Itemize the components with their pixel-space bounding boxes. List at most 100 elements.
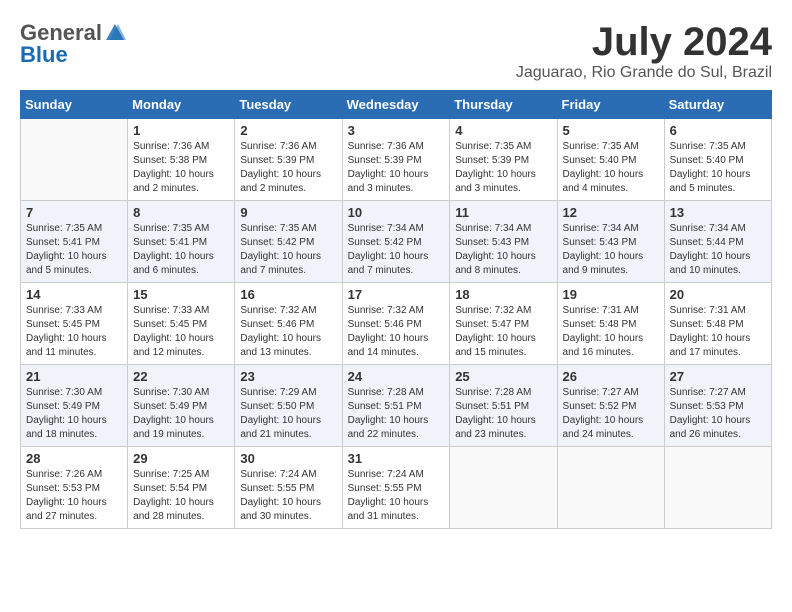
day-info: Sunrise: 7:33 AMSunset: 5:45 PMDaylight:…: [133, 304, 229, 360]
day-number: 26: [563, 369, 659, 384]
calendar-cell: 10 Sunrise: 7:34 AMSunset: 5:42 PMDayligh…: [342, 201, 450, 283]
day-info: Sunrise: 7:34 AMSunset: 5:44 PMDaylight:…: [670, 222, 766, 278]
day-number: 16: [240, 287, 336, 302]
logo: General Blue: [20, 20, 128, 68]
day-info: Sunrise: 7:24 AMSunset: 5:55 PMDaylight:…: [348, 468, 445, 524]
calendar-cell: 29 Sunrise: 7:25 AMSunset: 5:54 PMDayligh…: [128, 447, 235, 529]
day-info: Sunrise: 7:28 AMSunset: 5:51 PMDaylight:…: [348, 386, 445, 442]
logo-blue-text: Blue: [20, 42, 68, 68]
calendar-cell: [450, 447, 557, 529]
weekday-header-wednesday: Wednesday: [342, 91, 450, 119]
day-info: Sunrise: 7:32 AMSunset: 5:46 PMDaylight:…: [348, 304, 445, 360]
day-info: Sunrise: 7:35 AMSunset: 5:42 PMDaylight:…: [240, 222, 336, 278]
day-info: Sunrise: 7:32 AMSunset: 5:47 PMDaylight:…: [455, 304, 551, 360]
day-number: 30: [240, 451, 336, 466]
day-number: 18: [455, 287, 551, 302]
day-number: 29: [133, 451, 229, 466]
week-row-5: 28 Sunrise: 7:26 AMSunset: 5:53 PMDayligh…: [21, 447, 772, 529]
calendar-cell: 17 Sunrise: 7:32 AMSunset: 5:46 PMDayligh…: [342, 283, 450, 365]
weekday-header-monday: Monday: [128, 91, 235, 119]
calendar-cell: 18 Sunrise: 7:32 AMSunset: 5:47 PMDayligh…: [450, 283, 557, 365]
calendar-cell: 23 Sunrise: 7:29 AMSunset: 5:50 PMDayligh…: [235, 365, 342, 447]
calendar-cell: 7Sunrise: 7:35 AMSunset: 5:41 PMDaylight…: [21, 201, 128, 283]
calendar-cell: 28 Sunrise: 7:26 AMSunset: 5:53 PMDayligh…: [21, 447, 128, 529]
calendar-cell: 14Sunrise: 7:33 AMSunset: 5:45 PMDayligh…: [21, 283, 128, 365]
calendar-cell: [664, 447, 771, 529]
day-info: Sunrise: 7:25 AMSunset: 5:54 PMDaylight:…: [133, 468, 229, 524]
day-info: Sunrise: 7:36 AMSunset: 5:39 PMDaylight:…: [348, 140, 445, 196]
day-number: 22: [133, 369, 229, 384]
day-info: Sunrise: 7:28 AMSunset: 5:51 PMDaylight:…: [455, 386, 551, 442]
calendar-table: SundayMondayTuesdayWednesdayThursdayFrid…: [20, 90, 772, 529]
calendar-cell: 24 Sunrise: 7:28 AMSunset: 5:51 PMDayligh…: [342, 365, 450, 447]
day-number: 14: [26, 287, 122, 302]
calendar-cell: 8 Sunrise: 7:35 AMSunset: 5:41 PMDaylight…: [128, 201, 235, 283]
day-info: Sunrise: 7:35 AMSunset: 5:40 PMDaylight:…: [563, 140, 659, 196]
week-row-4: 21Sunrise: 7:30 AMSunset: 5:49 PMDayligh…: [21, 365, 772, 447]
calendar-cell: 19Sunrise: 7:31 AMSunset: 5:48 PMDayligh…: [557, 283, 664, 365]
calendar-cell: 9 Sunrise: 7:35 AMSunset: 5:42 PMDaylight…: [235, 201, 342, 283]
day-info: Sunrise: 7:31 AMSunset: 5:48 PMDaylight:…: [670, 304, 766, 360]
calendar-cell: 20 Sunrise: 7:31 AMSunset: 5:48 PMDayligh…: [664, 283, 771, 365]
day-number: 10: [348, 205, 445, 220]
day-number: 19: [563, 287, 659, 302]
calendar-cell: 13 Sunrise: 7:34 AMSunset: 5:44 PMDayligh…: [664, 201, 771, 283]
day-info: Sunrise: 7:32 AMSunset: 5:46 PMDaylight:…: [240, 304, 336, 360]
weekday-header-saturday: Saturday: [664, 91, 771, 119]
page-header: General Blue July 2024 Jaguarao, Rio Gra…: [20, 20, 772, 82]
logo-icon: [104, 22, 126, 44]
weekday-header-row: SundayMondayTuesdayWednesdayThursdayFrid…: [21, 91, 772, 119]
day-number: 31: [348, 451, 445, 466]
week-row-1: 1 Sunrise: 7:36 AMSunset: 5:38 PMDaylight…: [21, 119, 772, 201]
day-info: Sunrise: 7:29 AMSunset: 5:50 PMDaylight:…: [240, 386, 336, 442]
calendar-cell: 27 Sunrise: 7:27 AMSunset: 5:53 PMDayligh…: [664, 365, 771, 447]
day-number: 27: [670, 369, 766, 384]
calendar-cell: 30Sunrise: 7:24 AMSunset: 5:55 PMDayligh…: [235, 447, 342, 529]
weekday-header-tuesday: Tuesday: [235, 91, 342, 119]
calendar-cell: [557, 447, 664, 529]
day-info: Sunrise: 7:34 AMSunset: 5:43 PMDaylight:…: [563, 222, 659, 278]
day-info: Sunrise: 7:26 AMSunset: 5:53 PMDaylight:…: [26, 468, 122, 524]
day-info: Sunrise: 7:35 AMSunset: 5:41 PMDaylight:…: [133, 222, 229, 278]
day-info: Sunrise: 7:34 AMSunset: 5:42 PMDaylight:…: [348, 222, 445, 278]
calendar-cell: 15Sunrise: 7:33 AMSunset: 5:45 PMDayligh…: [128, 283, 235, 365]
weekday-header-sunday: Sunday: [21, 91, 128, 119]
day-number: 6: [670, 123, 766, 138]
calendar-cell: 31 Sunrise: 7:24 AMSunset: 5:55 PMDayligh…: [342, 447, 450, 529]
day-info: Sunrise: 7:30 AMSunset: 5:49 PMDaylight:…: [26, 386, 122, 442]
day-number: 3: [348, 123, 445, 138]
day-info: Sunrise: 7:36 AMSunset: 5:38 PMDaylight:…: [133, 140, 229, 196]
week-row-3: 14 Sunrise: 7:33 AMSunset: 5:45 PMDayligh…: [21, 283, 772, 365]
day-info: Sunrise: 7:35 AMSunset: 5:39 PMDaylight:…: [455, 140, 551, 196]
calendar-cell: 5 Sunrise: 7:35 AMSunset: 5:40 PMDaylight…: [557, 119, 664, 201]
weekday-header-thursday: Thursday: [450, 91, 557, 119]
day-number: 23: [240, 369, 336, 384]
month-title: July 2024: [516, 20, 772, 64]
calendar-cell: 25 Sunrise: 7:28 AMSunset: 5:51 PMDayligh…: [450, 365, 557, 447]
day-number: 13: [670, 205, 766, 220]
day-number: 17: [348, 287, 445, 302]
calendar-cell: 26Sunrise: 7:27 AMSunset: 5:52 PMDayligh…: [557, 365, 664, 447]
calendar-cell: 16 Sunrise: 7:32 AMSunset: 5:46 PMDayligh…: [235, 283, 342, 365]
calendar-cell: 12Sunrise: 7:34 AMSunset: 5:43 PMDayligh…: [557, 201, 664, 283]
calendar-cell: 6Sunrise: 7:35 AMSunset: 5:40 PMDaylight…: [664, 119, 771, 201]
day-number: 9: [240, 205, 336, 220]
day-info: Sunrise: 7:30 AMSunset: 5:49 PMDaylight:…: [133, 386, 229, 442]
day-number: 8: [133, 205, 229, 220]
calendar-cell: 4 Sunrise: 7:35 AMSunset: 5:39 PMDaylight…: [450, 119, 557, 201]
day-number: 24: [348, 369, 445, 384]
calendar-cell: 1 Sunrise: 7:36 AMSunset: 5:38 PMDaylight…: [128, 119, 235, 201]
day-number: 1: [133, 123, 229, 138]
day-info: Sunrise: 7:27 AMSunset: 5:53 PMDaylight:…: [670, 386, 766, 442]
title-block: July 2024 Jaguarao, Rio Grande do Sul, B…: [516, 20, 772, 82]
calendar-cell: 2Sunrise: 7:36 AMSunset: 5:39 PMDaylight…: [235, 119, 342, 201]
day-number: 25: [455, 369, 551, 384]
day-number: 20: [670, 287, 766, 302]
day-info: Sunrise: 7:35 AMSunset: 5:41 PMDaylight:…: [26, 222, 122, 278]
day-number: 11: [455, 205, 551, 220]
day-info: Sunrise: 7:36 AMSunset: 5:39 PMDaylight:…: [240, 140, 336, 196]
calendar-cell: [21, 119, 128, 201]
day-number: 4: [455, 123, 551, 138]
day-number: 28: [26, 451, 122, 466]
day-number: 5: [563, 123, 659, 138]
